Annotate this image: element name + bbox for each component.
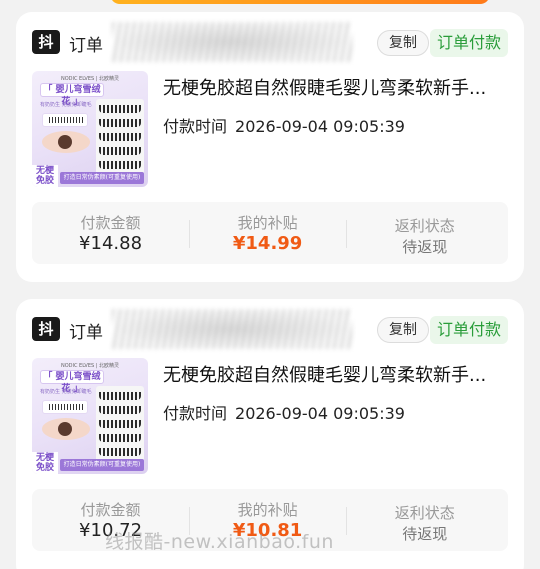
my-subsidy: 我的补贴 ¥14.99 xyxy=(189,202,346,264)
order-stats: 付款金额 ¥14.88 我的补贴 ¥14.99 返利状态 待返现 xyxy=(32,202,508,264)
douyin-icon: 抖 xyxy=(32,30,60,54)
copy-button[interactable]: 复制 xyxy=(377,30,429,56)
order-card[interactable]: 抖 订单 复制 订单付款 NODIC ELVES | 北欧精灵 「 婴儿弯雪绒花… xyxy=(16,12,524,282)
copy-button[interactable]: 复制 xyxy=(377,317,429,343)
lash-tray-image xyxy=(96,99,144,175)
pay-time: 付款时间 2026-09-04 09:05:39 xyxy=(163,113,405,137)
paid-amount-label: 付款金额 xyxy=(80,501,141,519)
order-header: 抖 订单 复制 订单付款 xyxy=(32,22,508,62)
order-number-label: 订单 xyxy=(69,323,103,343)
thumb-brand-text: NODIC ELVES | 北欧精灵 xyxy=(60,76,120,82)
eye-image xyxy=(42,418,90,440)
thumb-banner-text: 「 婴儿弯雪绒花 」 xyxy=(40,370,104,394)
lash-tray-image xyxy=(96,386,144,462)
douyin-icon: 抖 xyxy=(32,317,60,341)
pay-time: 付款时间 2026-09-04 09:05:39 xyxy=(163,400,405,424)
pay-time-value: 2026-09-04 09:05:39 xyxy=(235,404,405,423)
product-title[interactable]: 无梗免胶超自然假睫毛婴儿弯柔软新手... xyxy=(163,361,508,387)
thumb-sub-text: 有奶奶生 免胶免卸睫毛 xyxy=(40,389,92,395)
paid-amount: 付款金额 ¥14.88 xyxy=(32,202,189,264)
watermark: 线报酷-new.xianbao.fun xyxy=(105,531,334,553)
redacted-order-number xyxy=(112,22,352,62)
thumb-brand-text: NODIC ELVES | 北欧精灵 xyxy=(60,363,120,369)
subsidy-label: 我的补贴 xyxy=(237,501,298,519)
thumb-footer-text: 打造日常伪素颜(可重复使用) xyxy=(60,459,144,471)
paid-amount-value: ¥14.88 xyxy=(79,233,143,254)
rebate-status-value: 待返现 xyxy=(402,238,448,256)
paid-amount-label: 付款金额 xyxy=(80,214,141,232)
subsidy-label: 我的补贴 xyxy=(237,214,298,232)
rebate-status-value: 待返现 xyxy=(402,525,448,543)
lash-closeup-image xyxy=(42,113,88,127)
order-number-label: 订单 xyxy=(69,36,103,56)
rebate-status-label: 返利状态 xyxy=(394,217,455,235)
product-thumbnail[interactable]: NODIC ELVES | 北欧精灵 「 婴儿弯雪绒花 」 有奶奶生 免胶免卸睫… xyxy=(32,71,148,187)
redacted-order-number xyxy=(112,309,352,349)
rebate-status-label: 返利状态 xyxy=(394,504,455,522)
thumb-sub-text: 有奶奶生 免胶免卸睫毛 xyxy=(40,102,92,108)
thumb-footer-text: 打造日常伪素颜(可重复使用) xyxy=(60,172,144,184)
subsidy-value: ¥14.99 xyxy=(232,233,303,254)
pay-time-value: 2026-09-04 09:05:39 xyxy=(235,117,405,136)
lash-closeup-image xyxy=(42,400,88,414)
rebate-status: 返利状态 待返现 xyxy=(346,489,503,551)
top-banner-edge xyxy=(110,0,490,4)
eye-image xyxy=(42,131,90,153)
thumb-badge: 无梗 免胶 xyxy=(32,165,58,187)
thumb-badge: 无梗 免胶 xyxy=(32,452,58,474)
pay-time-label: 付款时间 xyxy=(163,117,228,136)
order-status-badge: 订单付款 xyxy=(430,29,508,57)
order-status-badge: 订单付款 xyxy=(430,316,508,344)
product-title[interactable]: 无梗免胶超自然假睫毛婴儿弯柔软新手... xyxy=(163,74,508,100)
rebate-status: 返利状态 待返现 xyxy=(346,202,503,264)
order-header: 抖 订单 复制 订单付款 xyxy=(32,309,508,349)
thumb-banner-text: 「 婴儿弯雪绒花 」 xyxy=(40,83,104,107)
pay-time-label: 付款时间 xyxy=(163,404,228,423)
product-thumbnail[interactable]: NODIC ELVES | 北欧精灵 「 婴儿弯雪绒花 」 有奶奶生 免胶免卸睫… xyxy=(32,358,148,474)
